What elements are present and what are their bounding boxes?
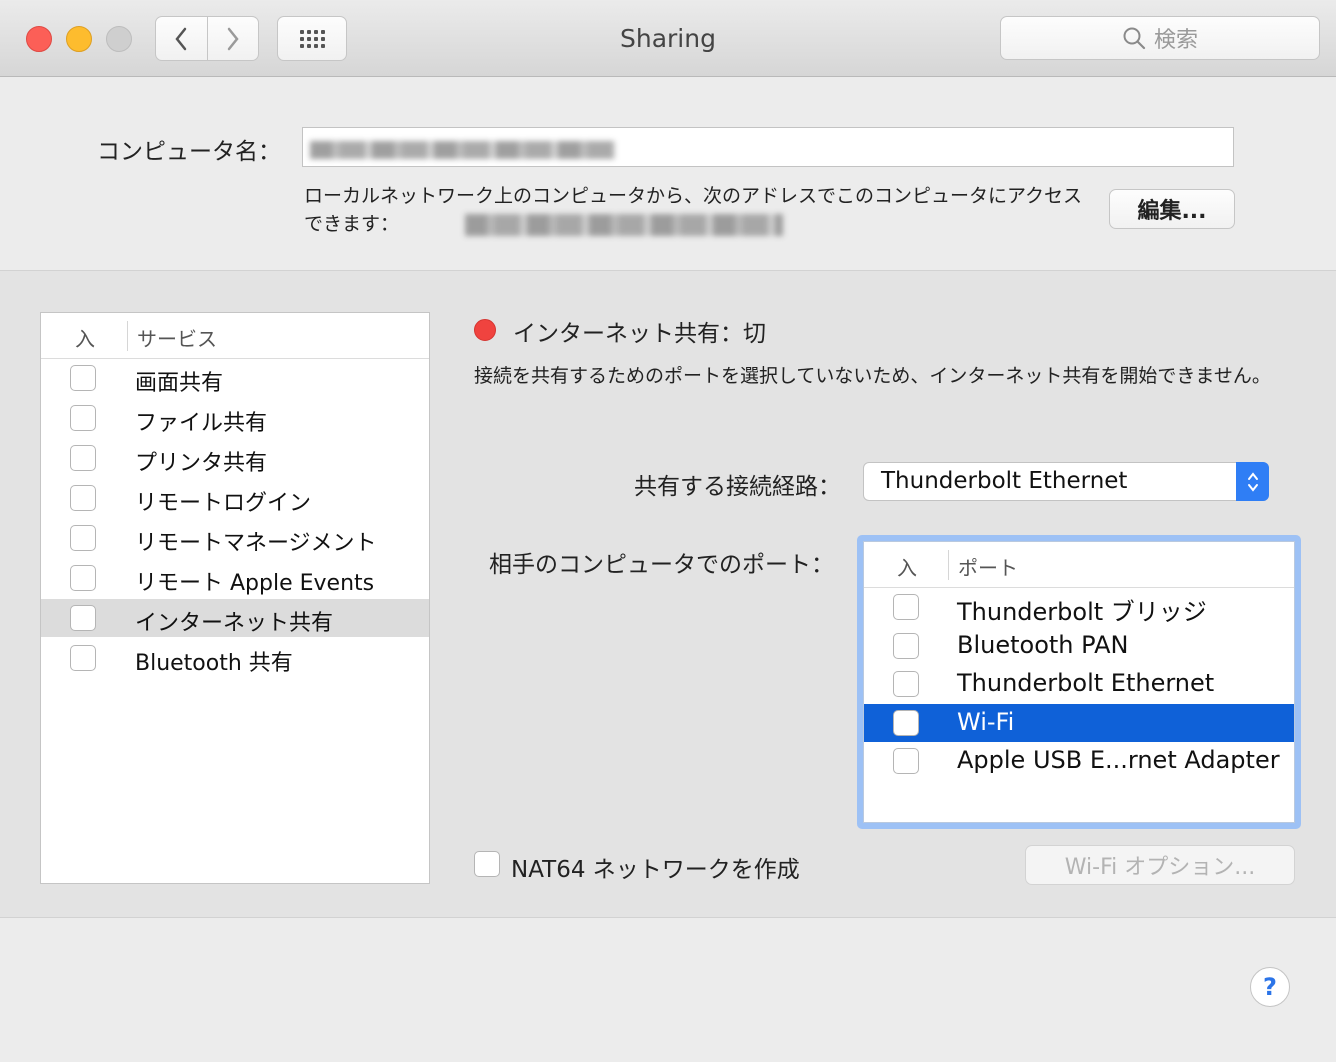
service-checkbox[interactable] — [70, 445, 96, 471]
header-on-column: 入 — [75, 327, 95, 351]
port-label: Bluetooth PAN — [957, 630, 1129, 659]
port-row[interactable]: Thunderbolt Ethernet — [864, 665, 1294, 703]
service-status-description: 接続を共有するためのポートを選択していないため、インターネット共有を開始できませ… — [474, 365, 1271, 387]
port-checkbox[interactable] — [893, 671, 919, 697]
service-row[interactable]: リモートログイン — [41, 479, 429, 517]
share-connection-select[interactable]: Thunderbolt Ethernet — [863, 462, 1269, 501]
service-row[interactable]: Bluetooth 共有 — [41, 639, 429, 677]
computer-name-label: コンピュータ名： — [97, 139, 281, 165]
ports-label: 相手のコンピュータでのポート： — [489, 552, 834, 578]
services-list-header: 入 サービス — [41, 313, 429, 359]
port-label: Wi-Fi — [957, 707, 1015, 736]
service-row[interactable]: インターネット共有 — [41, 599, 429, 637]
service-row[interactable]: リモート Apple Events — [41, 559, 429, 597]
service-row[interactable]: リモートマネージメント — [41, 519, 429, 557]
port-row[interactable]: Apple USB E...rnet Adapter — [864, 742, 1294, 780]
service-checkbox[interactable] — [70, 405, 96, 431]
help-button[interactable]: ? — [1250, 967, 1290, 1007]
header-port-column: ポート — [958, 556, 1018, 580]
port-checkbox[interactable] — [893, 748, 919, 774]
service-label: リモートマネージメント — [135, 531, 377, 556]
service-checkbox[interactable] — [70, 485, 96, 511]
service-checkbox[interactable] — [70, 645, 96, 671]
search-placeholder: 検索 — [1153, 28, 1198, 53]
header-service-column: サービス — [137, 327, 217, 351]
port-label: Thunderbolt Ethernet — [957, 669, 1215, 697]
service-checkbox[interactable] — [70, 365, 96, 391]
service-label: リモートログイン — [135, 491, 312, 516]
share-connection-label: 共有する接続経路： — [634, 474, 841, 500]
service-row[interactable]: ファイル共有 — [41, 399, 429, 437]
search-input[interactable]: 検索 — [1000, 16, 1320, 60]
share-connection-value: Thunderbolt Ethernet — [881, 468, 1128, 494]
ports-list[interactable]: 入 ポート Thunderbolt ブリッジ Bluetooth PAN Thund… — [863, 541, 1295, 823]
service-checkbox[interactable] — [70, 525, 96, 551]
port-label: Apple USB E...rnet Adapter — [957, 746, 1280, 774]
header-on-column: 入 — [897, 556, 917, 580]
header-separator — [948, 550, 949, 580]
services-list[interactable]: 入 サービス 画面共有ファイル共有 プリンタ共有リモートログインリモートマネージメ… — [40, 312, 430, 884]
nat64-label: NAT64 ネットワークを作成 — [511, 857, 800, 883]
port-checkbox[interactable] — [893, 709, 919, 736]
wifi-options-button[interactable]: Wi-Fi オプション... — [1025, 845, 1295, 885]
nat64-checkbox[interactable] — [474, 851, 500, 877]
service-label: Bluetooth 共有 — [135, 651, 293, 676]
service-row[interactable]: 画面共有 — [41, 359, 429, 397]
port-label: Thunderbolt ブリッジ — [957, 598, 1207, 626]
search-icon — [1123, 27, 1146, 50]
service-label: ファイル共有 — [135, 411, 268, 436]
port-row[interactable]: Wi-Fi — [864, 703, 1294, 742]
port-row[interactable]: Bluetooth PAN — [864, 627, 1294, 665]
port-checkbox[interactable] — [893, 594, 919, 620]
select-arrows-icon — [1236, 462, 1269, 501]
status-indicator — [474, 319, 496, 341]
port-checkbox[interactable] — [893, 632, 919, 659]
service-label: インターネット共有 — [135, 611, 334, 636]
service-label: プリンタ共有 — [135, 451, 268, 476]
service-label: 画面共有 — [135, 371, 224, 396]
service-checkbox[interactable] — [70, 565, 96, 591]
service-status-title: インターネット共有：切 — [513, 321, 766, 347]
port-row[interactable]: Thunderbolt ブリッジ — [864, 588, 1294, 626]
edit-button[interactable]: 編集... — [1109, 189, 1235, 229]
ports-list-header: 入 ポート — [864, 542, 1294, 588]
service-label: リモート Apple Events — [135, 571, 375, 596]
service-checkbox[interactable] — [70, 605, 96, 631]
service-row[interactable]: プリンタ共有 — [41, 439, 429, 477]
header-separator — [127, 321, 128, 351]
local-address-redacted — [465, 214, 783, 236]
computer-name-redacted — [310, 141, 615, 159]
